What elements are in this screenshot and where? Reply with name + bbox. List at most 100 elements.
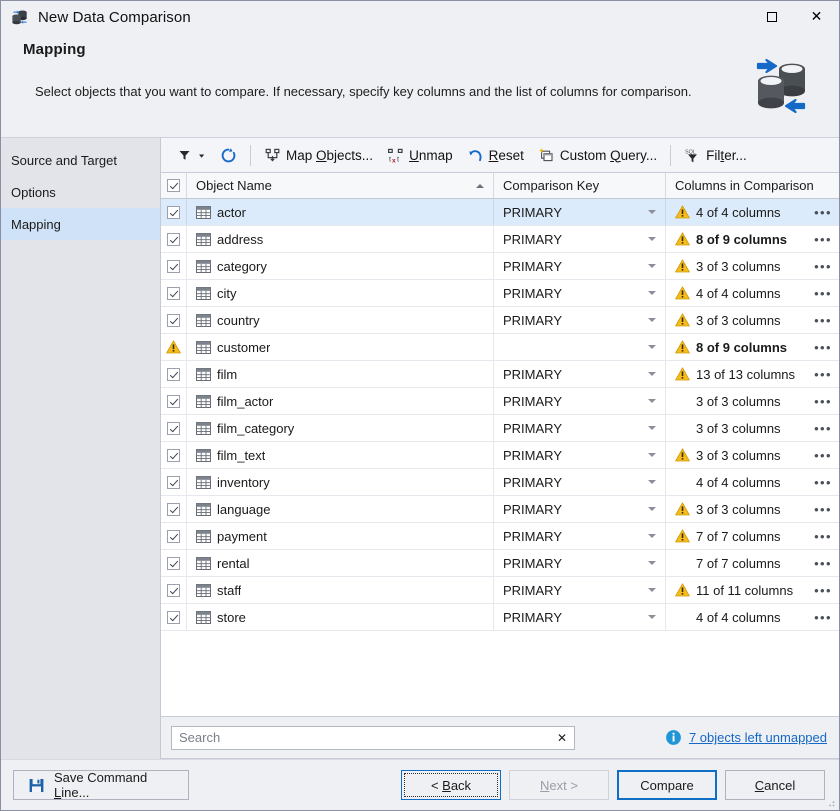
row-checkbox[interactable] xyxy=(167,313,180,327)
comparison-key-cell[interactable]: PRIMARY xyxy=(494,388,666,414)
object-name-cell[interactable]: rental xyxy=(187,550,494,576)
maximize-button[interactable] xyxy=(749,1,794,33)
row-menu-button[interactable]: ••• xyxy=(814,581,832,599)
row-checkbox-cell[interactable] xyxy=(161,253,187,279)
select-all-checkbox[interactable] xyxy=(167,179,180,192)
save-command-line-button[interactable]: Save Command Line... xyxy=(13,770,189,800)
row-checkbox[interactable] xyxy=(167,421,180,435)
row-checkbox[interactable] xyxy=(167,448,180,462)
columns-in-comparison-cell[interactable]: 7 of 7 columns ••• xyxy=(666,550,839,576)
row-menu-button[interactable]: ••• xyxy=(814,284,832,302)
row-checkbox-cell[interactable] xyxy=(161,226,187,252)
chevron-down-icon[interactable] xyxy=(648,345,656,349)
row-menu-button[interactable]: ••• xyxy=(814,203,832,221)
chevron-down-icon[interactable] xyxy=(648,264,656,268)
row-menu-button[interactable]: ••• xyxy=(814,419,832,437)
object-name-cell[interactable]: city xyxy=(187,280,494,306)
table-row[interactable]: language PRIMARY 3 of 3 columns ••• xyxy=(161,496,839,523)
chevron-down-icon[interactable] xyxy=(648,237,656,241)
object-name-cell[interactable]: address xyxy=(187,226,494,252)
comparison-key-cell[interactable]: PRIMARY xyxy=(494,280,666,306)
columns-in-comparison-cell[interactable]: 13 of 13 columns ••• xyxy=(666,361,839,387)
chevron-down-icon[interactable] xyxy=(648,453,656,457)
grid-header-select-all[interactable] xyxy=(161,173,187,198)
comparison-key-cell[interactable]: PRIMARY xyxy=(494,253,666,279)
row-checkbox[interactable] xyxy=(167,367,180,381)
row-checkbox[interactable] xyxy=(167,205,180,219)
chevron-down-icon[interactable] xyxy=(648,588,656,592)
object-name-cell[interactable]: film xyxy=(187,361,494,387)
chevron-down-icon[interactable] xyxy=(648,372,656,376)
columns-in-comparison-cell[interactable]: 3 of 3 columns ••• xyxy=(666,253,839,279)
row-checkbox-cell[interactable] xyxy=(161,361,187,387)
row-checkbox[interactable] xyxy=(167,529,180,543)
grid-header-object-name[interactable]: Object Name xyxy=(187,173,494,198)
table-row[interactable]: category PRIMARY 3 of 3 columns ••• xyxy=(161,253,839,280)
chevron-down-icon[interactable] xyxy=(648,318,656,322)
filter-dropdown-button[interactable] xyxy=(169,142,213,169)
sidebar-item-mapping[interactable]: Mapping xyxy=(1,208,160,240)
row-menu-button[interactable]: ••• xyxy=(814,338,832,356)
table-row[interactable]: film_text PRIMARY 3 of 3 columns ••• xyxy=(161,442,839,469)
row-checkbox-cell[interactable] xyxy=(161,199,187,225)
object-name-cell[interactable]: customer xyxy=(187,334,494,360)
back-button[interactable]: < Back xyxy=(401,770,501,800)
comparison-key-cell[interactable]: PRIMARY xyxy=(494,442,666,468)
compare-button[interactable]: Compare xyxy=(617,770,717,800)
unmapped-objects-link[interactable]: 7 objects left unmapped xyxy=(689,730,827,745)
sidebar-item-options[interactable]: Options xyxy=(1,176,160,208)
table-row[interactable]: country PRIMARY 3 of 3 columns ••• xyxy=(161,307,839,334)
chevron-down-icon[interactable] xyxy=(648,426,656,430)
comparison-key-cell[interactable]: PRIMARY xyxy=(494,469,666,495)
row-checkbox-cell[interactable] xyxy=(161,415,187,441)
row-checkbox[interactable] xyxy=(167,259,180,273)
clear-search-icon[interactable]: ✕ xyxy=(554,730,570,746)
comparison-key-cell[interactable]: PRIMARY xyxy=(494,199,666,225)
row-checkbox[interactable] xyxy=(167,610,180,624)
row-menu-button[interactable]: ••• xyxy=(814,554,832,572)
row-checkbox-cell[interactable] xyxy=(161,469,187,495)
chevron-down-icon[interactable] xyxy=(648,615,656,619)
row-menu-button[interactable]: ••• xyxy=(814,473,832,491)
object-name-cell[interactable]: language xyxy=(187,496,494,522)
comparison-key-cell[interactable] xyxy=(494,334,666,360)
row-checkbox-cell[interactable] xyxy=(161,550,187,576)
columns-in-comparison-cell[interactable]: 3 of 3 columns ••• xyxy=(666,307,839,333)
row-menu-button[interactable]: ••• xyxy=(814,311,832,329)
table-row[interactable]: customer 8 of 9 columns ••• xyxy=(161,334,839,361)
table-row[interactable]: city PRIMARY 4 of 4 columns ••• xyxy=(161,280,839,307)
columns-in-comparison-cell[interactable]: 8 of 9 columns ••• xyxy=(666,226,839,252)
row-menu-button[interactable]: ••• xyxy=(814,500,832,518)
table-row[interactable]: address PRIMARY 8 of 9 columns ••• xyxy=(161,226,839,253)
row-checkbox[interactable] xyxy=(167,475,180,489)
object-name-cell[interactable]: film_text xyxy=(187,442,494,468)
row-checkbox[interactable] xyxy=(167,502,180,516)
table-row[interactable]: inventory PRIMARY 4 of 4 columns ••• xyxy=(161,469,839,496)
chevron-down-icon[interactable] xyxy=(648,534,656,538)
unmap-button[interactable]: t x t Unmap xyxy=(380,142,460,169)
close-button[interactable]: ✕ xyxy=(794,1,839,33)
columns-in-comparison-cell[interactable]: 7 of 7 columns ••• xyxy=(666,523,839,549)
table-row[interactable]: film_category PRIMARY 3 of 3 columns ••• xyxy=(161,415,839,442)
row-checkbox[interactable] xyxy=(167,583,180,597)
comparison-key-cell[interactable]: PRIMARY xyxy=(494,577,666,603)
columns-in-comparison-cell[interactable]: 3 of 3 columns ••• xyxy=(666,442,839,468)
object-name-cell[interactable]: store xyxy=(187,604,494,630)
table-row[interactable]: actor PRIMARY 4 of 4 columns ••• xyxy=(161,199,839,226)
comparison-key-cell[interactable]: PRIMARY xyxy=(494,361,666,387)
grid-header-comparison-key[interactable]: Comparison Key xyxy=(494,173,666,198)
map-objects-button[interactable]: Map Objects... xyxy=(257,142,380,169)
table-row[interactable]: store PRIMARY 4 of 4 columns ••• xyxy=(161,604,839,631)
chevron-down-icon[interactable] xyxy=(648,210,656,214)
row-menu-button[interactable]: ••• xyxy=(814,365,832,383)
custom-query-button[interactable]: Custom Query... xyxy=(531,142,664,169)
comparison-key-cell[interactable]: PRIMARY xyxy=(494,523,666,549)
row-checkbox[interactable] xyxy=(167,556,180,570)
columns-in-comparison-cell[interactable]: 3 of 3 columns ••• xyxy=(666,496,839,522)
columns-in-comparison-cell[interactable]: 3 of 3 columns ••• xyxy=(666,388,839,414)
row-menu-button[interactable]: ••• xyxy=(814,230,832,248)
sidebar-item-source-and-target[interactable]: Source and Target xyxy=(1,144,160,176)
row-checkbox-cell[interactable] xyxy=(161,604,187,630)
row-menu-button[interactable]: ••• xyxy=(814,257,832,275)
next-button[interactable]: Next > xyxy=(509,770,609,800)
